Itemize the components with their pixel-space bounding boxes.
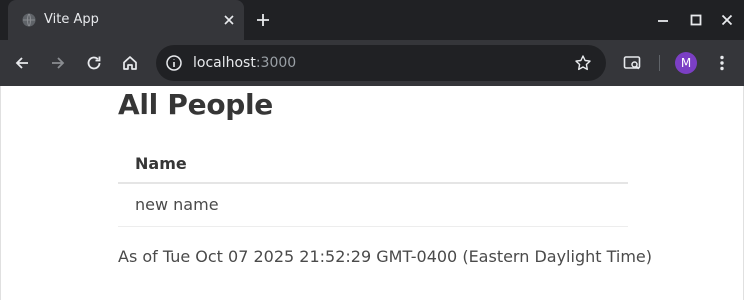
more-menu-icon[interactable] [712, 53, 732, 73]
bookmark-star-icon[interactable] [574, 54, 592, 72]
table-cell-name: new name [118, 183, 628, 227]
browser-toolbar: localhost:3000 M [0, 40, 744, 86]
close-window-icon[interactable] [719, 12, 735, 28]
url-host: localhost [193, 55, 256, 71]
people-table: Name new name [118, 144, 628, 227]
site-info-icon[interactable] [165, 54, 183, 72]
tab-title: Vite App [44, 12, 99, 27]
close-tab-icon[interactable] [220, 11, 238, 29]
table-row: new name [118, 183, 628, 227]
page-title: All People [118, 88, 273, 121]
home-icon[interactable] [120, 53, 140, 73]
table-header-row: Name [118, 144, 628, 184]
profile-avatar[interactable]: M [675, 52, 697, 74]
as-of-timestamp: As of Tue Oct 07 2025 21:52:29 GMT-0400 … [118, 247, 652, 266]
globe-icon [22, 13, 36, 27]
column-header-name: Name [118, 144, 628, 184]
reload-icon[interactable] [84, 53, 104, 73]
new-tab-icon[interactable] [254, 11, 272, 29]
toolbar-divider [659, 55, 660, 71]
minimize-icon[interactable] [655, 12, 671, 28]
page-content: All People Name new name As of Tue Oct 0… [0, 86, 744, 300]
url-port: :3000 [255, 55, 297, 71]
url-text[interactable]: localhost:3000 [193, 45, 296, 81]
maximize-icon[interactable] [688, 12, 704, 28]
back-arrow-icon[interactable] [12, 53, 32, 73]
tab-strip: Vite App [0, 0, 744, 40]
browser-tab[interactable]: Vite App [8, 0, 244, 40]
forward-arrow-icon[interactable] [48, 53, 68, 73]
address-bar[interactable]: localhost:3000 [156, 45, 606, 81]
search-tabs-icon[interactable] [622, 53, 642, 73]
